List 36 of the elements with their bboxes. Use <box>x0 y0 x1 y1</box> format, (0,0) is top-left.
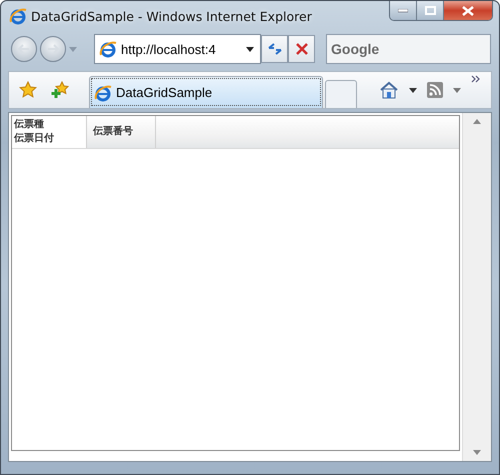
maximize-icon <box>424 6 436 15</box>
scrollbar[interactable] <box>462 113 491 461</box>
back-arrow-icon <box>18 44 30 54</box>
ie-logo-icon <box>94 84 112 102</box>
back-button[interactable] <box>11 36 37 62</box>
browser-tab[interactable]: DataGridSample <box>89 76 323 108</box>
address-bar[interactable]: http://localhost:4 <box>94 34 261 64</box>
forward-arrow-icon <box>47 44 59 54</box>
refresh-icon <box>266 42 282 56</box>
scroll-down-icon[interactable] <box>473 450 481 455</box>
column-header[interactable]: 伝票種 伝票日付 <box>12 116 87 148</box>
window-title: DataGridSample - Windows Internet Explorer <box>31 8 313 24</box>
column-header[interactable]: 伝票番号 <box>87 116 156 148</box>
star-icon[interactable] <box>19 81 37 99</box>
more-icon[interactable] <box>471 75 481 83</box>
forward-button[interactable] <box>40 36 66 62</box>
minimize-button[interactable] <box>390 1 417 20</box>
feed-icon[interactable] <box>427 82 443 98</box>
url-text: http://localhost:4 <box>120 42 217 56</box>
maximize-button[interactable] <box>417 1 444 20</box>
ie-logo-icon <box>9 7 27 25</box>
caret-icon[interactable] <box>409 88 417 92</box>
add-favorite-icon[interactable] <box>51 81 69 99</box>
close-icon <box>462 6 474 16</box>
stop-button[interactable] <box>288 35 315 63</box>
stop-icon <box>296 43 308 55</box>
caret-icon[interactable] <box>246 46 254 52</box>
page-icon <box>99 40 117 58</box>
scroll-up-icon[interactable] <box>473 119 481 124</box>
search-input[interactable]: Google <box>327 40 490 58</box>
close-button[interactable] <box>444 1 492 20</box>
minimize-icon <box>398 8 408 12</box>
search-field[interactable]: Google <box>326 34 491 64</box>
refresh-button[interactable] <box>261 35 288 63</box>
home-icon[interactable] <box>379 81 399 99</box>
new-tab-button[interactable] <box>325 80 357 108</box>
